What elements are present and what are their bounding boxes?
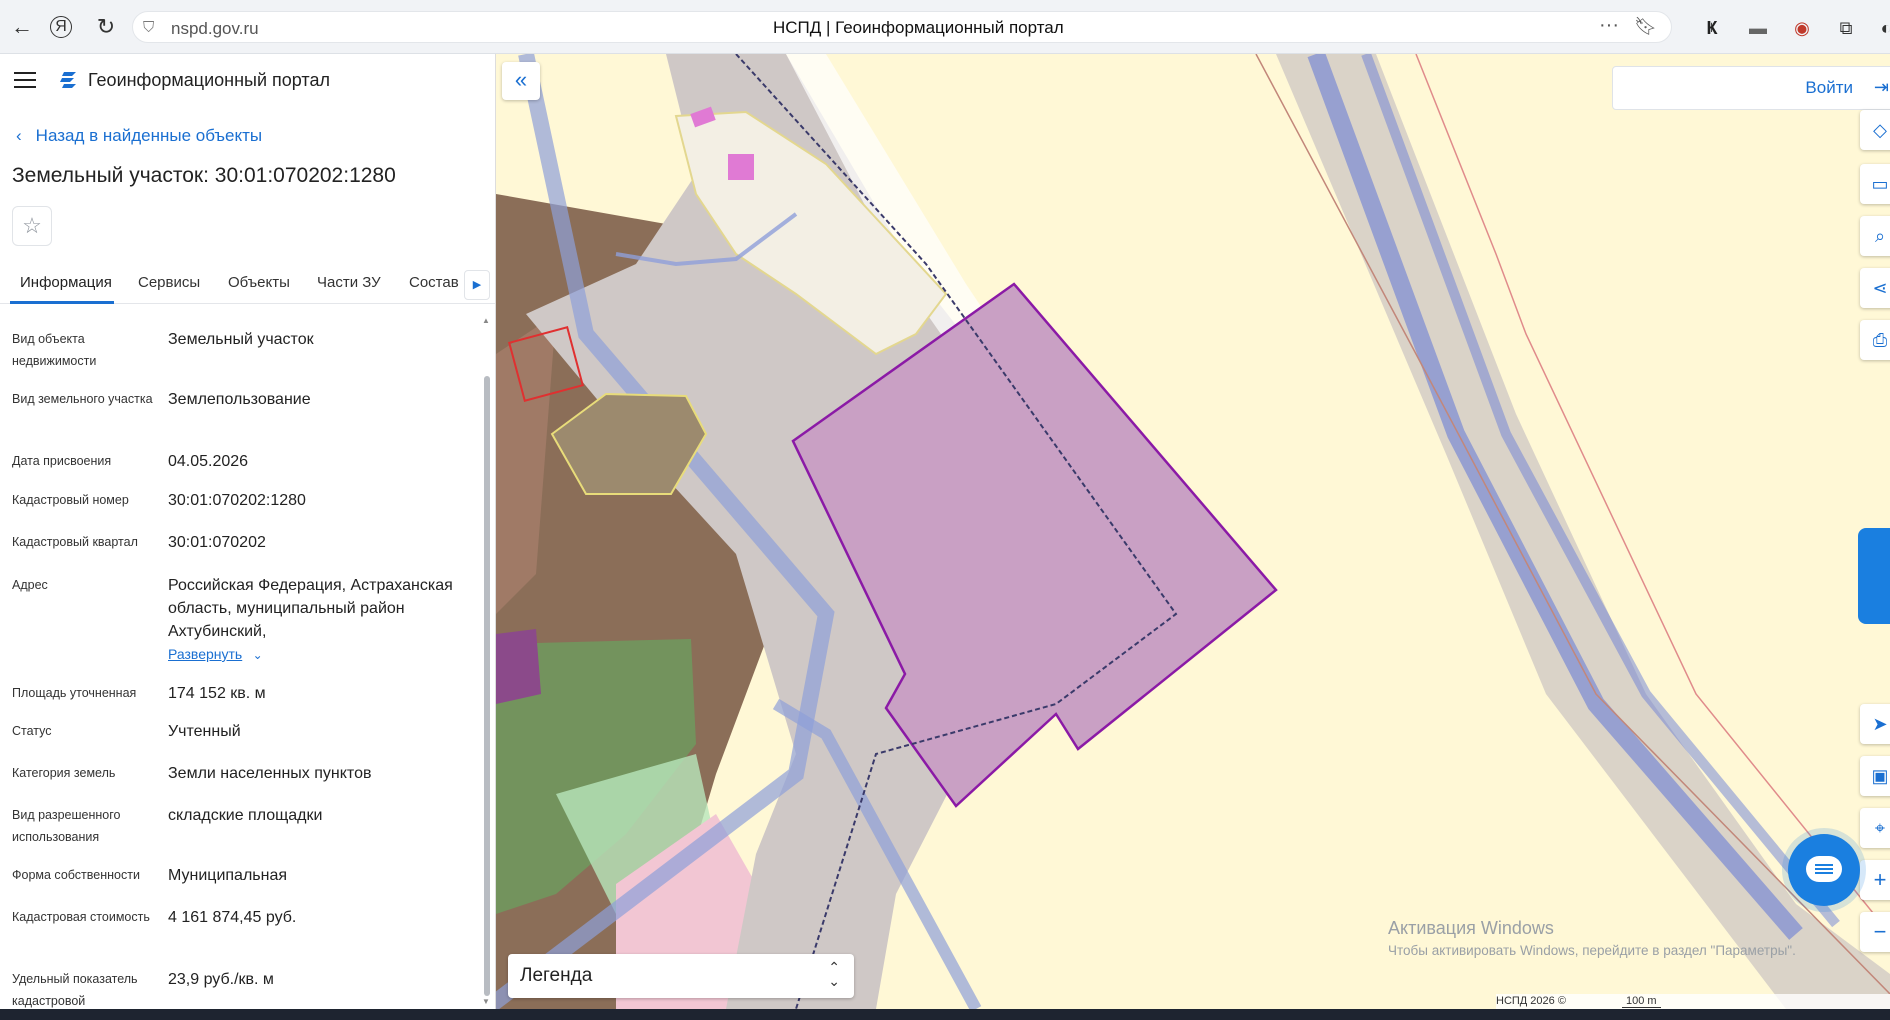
scrollbar-thumb[interactable] bbox=[484, 376, 490, 996]
collapse-panel-icon[interactable]: « bbox=[502, 62, 540, 100]
layers-icon[interactable]: ◇ bbox=[1860, 110, 1890, 150]
location-icon[interactable]: ⌖ bbox=[1860, 808, 1890, 848]
extension-cap-icon[interactable]: ▬ bbox=[1746, 16, 1770, 40]
property-label: Вид объекта недвижимости bbox=[12, 332, 97, 368]
property-value: Земли населенных пунктов bbox=[168, 765, 372, 782]
browser-toolbar: ← Я ↻ ⛉ nspd.gov.ru НСПД | Геоинформацио… bbox=[0, 0, 1890, 54]
property-label: Категория земель bbox=[12, 766, 116, 780]
property-value: Российская Федерация, Астраханская облас… bbox=[168, 577, 453, 640]
tab-composition[interactable]: Состав bbox=[409, 274, 459, 291]
zoom-in-icon[interactable]: + bbox=[1860, 860, 1890, 900]
property-label: Вид земельного участка bbox=[12, 392, 153, 406]
screen-icon[interactable]: ▣ bbox=[1860, 756, 1890, 796]
property-value: Землепользование bbox=[168, 391, 311, 408]
panel-scrollbar[interactable]: ▲ ▼ bbox=[482, 316, 492, 1006]
property-value: Учтенный bbox=[168, 723, 241, 740]
property-value: складские площадки bbox=[168, 807, 323, 824]
back-to-results-link[interactable]: ‹ Назад в найденные объекты bbox=[16, 126, 262, 146]
property-label: Вид разрешенного использования bbox=[12, 808, 121, 844]
property-label: Кадастровый квартал bbox=[12, 535, 138, 549]
login-button[interactable]: Войти ⇥ bbox=[1612, 66, 1890, 110]
os-taskbar bbox=[0, 1009, 1890, 1020]
yandex-icon[interactable]: Я bbox=[50, 16, 72, 38]
property-value: 04.05.2026 bbox=[168, 453, 249, 470]
ruler-icon[interactable]: ▭ bbox=[1860, 164, 1890, 204]
tab-information[interactable]: Информация bbox=[20, 274, 112, 291]
extension-k-icon[interactable]: Ҝ bbox=[1700, 16, 1724, 40]
railway-line bbox=[1361, 54, 1840, 928]
legend-label: Легенда bbox=[520, 965, 593, 986]
property-label: Удельный показатель кадастровой bbox=[12, 972, 138, 1008]
url-text[interactable]: nspd.gov.ru bbox=[171, 19, 259, 39]
active-tab-indicator bbox=[10, 301, 114, 304]
tabs-scroll-right-icon[interactable]: ▶ bbox=[464, 270, 490, 300]
page-title: НСПД | Геоинформационный портал bbox=[773, 18, 1064, 37]
back-link-label: Назад в найденные объекты bbox=[35, 126, 263, 145]
property-label: Адрес bbox=[12, 578, 48, 592]
object-info-panel: Геоинформационный портал ‹ Назад в найден… bbox=[0, 54, 496, 1009]
reload-icon[interactable]: ↻ bbox=[92, 13, 120, 41]
print-icon[interactable]: ⎙ bbox=[1860, 320, 1890, 360]
shield-icon: ⛉ bbox=[143, 19, 155, 36]
portal-name[interactable]: Геоинформационный портал bbox=[88, 70, 330, 91]
portal-logo-icon bbox=[60, 72, 76, 88]
area-search-icon[interactable]: ⌕ bbox=[1860, 216, 1890, 256]
chevron-left-icon: ‹ bbox=[16, 126, 22, 145]
property-label: Статус bbox=[12, 724, 52, 738]
scroll-up-icon[interactable]: ▲ bbox=[482, 316, 490, 325]
bookmark-icon[interactable]: 🔖︎ bbox=[1634, 16, 1657, 37]
share-icon[interactable]: ⋖ bbox=[1860, 268, 1890, 308]
map-canvas[interactable]: « Войти ⇥ ◇ ▭ ⌕ ⋖ ⎙ ➤ ▣ ⌖ + − Легенда ⌃ ⌄… bbox=[496, 54, 1890, 1009]
navigate-icon[interactable]: ➤ bbox=[1860, 704, 1890, 744]
property-label: Кадастровая стоимость bbox=[12, 910, 150, 924]
legend-dropdown[interactable]: Легенда ⌃ ⌄ bbox=[508, 954, 854, 998]
property-value: 23,9 руб./кв. м bbox=[168, 971, 274, 988]
property-label: Форма собственности bbox=[12, 868, 140, 882]
expand-address-link[interactable]: Развернуть ⌄ bbox=[168, 646, 263, 664]
feedback-panel-icon[interactable] bbox=[1858, 528, 1890, 624]
expand-link-label: Развернуть bbox=[168, 646, 243, 662]
extension-puzzle-icon[interactable]: ⧉ bbox=[1834, 16, 1858, 40]
scroll-down-icon[interactable]: ▼ bbox=[482, 997, 490, 1006]
scale-bar: 100 m bbox=[1622, 995, 1661, 1008]
property-value: 30:01:070202 bbox=[168, 534, 266, 551]
tab-parts[interactable]: Части ЗУ bbox=[317, 274, 381, 291]
property-value: Земельный участок bbox=[168, 331, 314, 348]
tab-objects[interactable]: Объекты bbox=[228, 274, 290, 291]
back-arrow-icon[interactable]: ← bbox=[8, 13, 36, 41]
property-value: 4 161 874,45 руб. bbox=[168, 909, 297, 926]
property-value: Муниципальная bbox=[168, 867, 288, 884]
property-label: Дата присвоения bbox=[12, 454, 112, 468]
windows-activation-watermark: Активация Windows Чтобы активировать Win… bbox=[1388, 918, 1796, 958]
chat-icon bbox=[1806, 856, 1842, 882]
more-icon[interactable]: ··· bbox=[1599, 14, 1619, 37]
property-value: 30:01:070202:1280 bbox=[168, 492, 306, 509]
favorite-star-icon[interactable]: ☆ bbox=[12, 206, 52, 246]
property-label: Площадь уточненная bbox=[12, 686, 137, 700]
info-tabs: Информация Сервисы Объекты Части ЗУ Сост… bbox=[0, 264, 495, 304]
map-layers bbox=[496, 54, 1890, 1009]
property-value: 174 152 кв. м bbox=[168, 685, 266, 702]
watermark-text: Чтобы активировать Windows, перейдите в … bbox=[1388, 943, 1796, 958]
purple-zone bbox=[496, 629, 541, 704]
property-label: Кадастровый номер bbox=[12, 493, 129, 507]
building bbox=[728, 154, 754, 180]
zoom-out-icon[interactable]: − bbox=[1860, 912, 1890, 952]
watermark-title: Активация Windows bbox=[1388, 918, 1554, 938]
extension-shield-icon[interactable]: ◉ bbox=[1790, 16, 1814, 40]
login-label: Войти bbox=[1805, 78, 1853, 97]
chevron-down-icon: ⌄ bbox=[252, 648, 263, 662]
tab-services[interactable]: Сервисы bbox=[138, 274, 200, 291]
copyright-text: НСПД 2026 © bbox=[1496, 995, 1566, 1007]
object-title: Земельный участок: 30:01:070202:1280 bbox=[12, 164, 396, 187]
expand-collapse-icon: ⌃ ⌄ bbox=[828, 959, 840, 989]
menu-icon[interactable] bbox=[14, 72, 36, 88]
map-attribution: НСПД 2026 © 100 m bbox=[1496, 994, 1890, 1009]
login-icon: ⇥ bbox=[1873, 77, 1889, 97]
chat-button[interactable] bbox=[1788, 834, 1860, 906]
address-bar[interactable]: ⛉ nspd.gov.ru НСПД | Геоинформационный п… bbox=[132, 11, 1672, 43]
extension-menu-icon[interactable]: ◐ bbox=[1874, 16, 1890, 40]
